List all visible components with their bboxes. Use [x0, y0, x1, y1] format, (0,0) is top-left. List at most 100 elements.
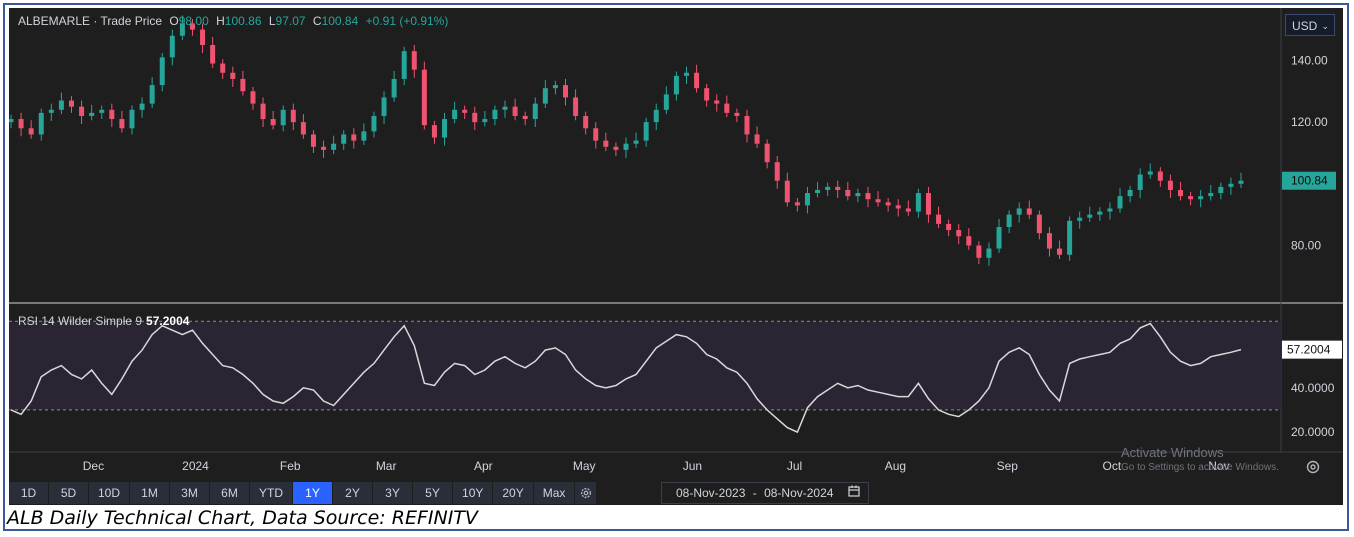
range-button-3y[interactable]: 3Y	[373, 482, 414, 504]
candle	[694, 64, 700, 93]
candle	[1218, 182, 1224, 200]
candle	[371, 111, 377, 138]
range-button-2y[interactable]: 2Y	[333, 482, 374, 504]
candle	[28, 120, 34, 139]
candle	[341, 130, 347, 150]
range-button-ytd[interactable]: YTD	[250, 482, 294, 504]
change-value: +0.91 (+0.91%)	[365, 14, 449, 28]
rsi-value: 57.2004	[146, 314, 190, 328]
time-tick-label: Sep	[997, 459, 1019, 473]
candle	[673, 71, 679, 101]
candle	[169, 29, 175, 66]
time-tick-label: Jul	[787, 459, 802, 473]
range-button-3m[interactable]: 3M	[170, 482, 211, 504]
range-button-1y[interactable]: 1Y	[293, 482, 334, 504]
close-label: C	[312, 14, 322, 28]
date-to: 08-Nov-2024	[764, 486, 834, 500]
candle	[250, 86, 256, 110]
time-tick-label: Apr	[474, 459, 493, 473]
candle	[936, 206, 942, 229]
candle	[139, 97, 145, 118]
calendar-icon	[848, 483, 860, 503]
chart-canvas: 80.00100.00120.00140.00100.84 20.000040.…	[9, 8, 1343, 473]
candle	[240, 70, 246, 96]
chevron-down-icon: ⌄	[1321, 21, 1329, 31]
candle	[1137, 168, 1143, 198]
open-value: 98.00	[178, 14, 209, 28]
rsi-band	[9, 321, 1281, 410]
candle	[492, 105, 498, 126]
price-legend: ALBEMARLE · Trade Price O98.00 H100.86 L…	[18, 14, 452, 28]
last-price-marker: 100.84	[1282, 171, 1336, 190]
rsi-legend: RSI 14 Wilder Simple 9 57.2004	[18, 314, 189, 328]
candle	[159, 53, 165, 92]
candle	[865, 186, 871, 208]
currency-select[interactable]: USD ⌄	[1285, 14, 1335, 36]
candle	[663, 86, 669, 115]
range-button-5d[interactable]: 5D	[49, 482, 89, 504]
candle	[1188, 191, 1194, 206]
open-label: O	[169, 14, 179, 28]
candle	[744, 109, 750, 143]
time-axis: Dec 2024 Feb Mar Apr May Jun Jul Aug Sep Oct Nov	[83, 459, 1230, 473]
activate-windows-subtitle: Go to Settings to activate Windows.	[1121, 462, 1279, 473]
time-tick-label: Jun	[683, 459, 702, 473]
candle	[1016, 202, 1022, 223]
candle	[563, 78, 569, 106]
range-button-1m[interactable]: 1M	[130, 482, 171, 504]
candle	[623, 137, 629, 158]
range-button-10y[interactable]: 10Y	[453, 482, 494, 504]
candle	[734, 108, 740, 123]
candle	[996, 218, 1002, 253]
range-button-10d[interactable]: 10D	[89, 482, 131, 504]
candle	[351, 128, 357, 149]
candle	[452, 101, 458, 124]
candle	[1077, 211, 1083, 229]
candlestick-series	[9, 15, 1244, 266]
candle	[593, 122, 599, 149]
candle	[411, 45, 417, 78]
candle	[986, 242, 992, 266]
candle	[522, 111, 528, 126]
gear-icon[interactable]	[575, 482, 598, 504]
candle	[1067, 216, 1073, 261]
range-button-1d[interactable]: 1D	[9, 482, 49, 504]
candle	[1208, 185, 1214, 201]
price-axis: 80.00100.00120.00140.00100.84	[1282, 53, 1336, 252]
candle	[704, 83, 710, 107]
range-button-20y[interactable]: 20Y	[493, 482, 534, 504]
candle	[976, 241, 982, 264]
range-button-5y[interactable]: 5Y	[413, 482, 454, 504]
candle	[512, 98, 518, 121]
candle	[905, 200, 911, 216]
date-range-picker[interactable]: 08-Nov-2023 - 08-Nov-2024	[661, 482, 869, 504]
candle	[683, 66, 689, 84]
range-button-max[interactable]: Max	[533, 482, 576, 504]
candle	[552, 80, 558, 95]
range-button-6m[interactable]: 6M	[210, 482, 251, 504]
time-tick-label: Feb	[280, 459, 301, 473]
candle	[472, 106, 478, 131]
candle	[119, 111, 125, 133]
candle	[290, 103, 296, 131]
candle	[1238, 172, 1244, 189]
candle	[310, 130, 316, 153]
candle	[774, 156, 780, 189]
candle	[149, 77, 155, 108]
candle	[129, 105, 135, 135]
high-value: 100.86	[224, 14, 262, 28]
candle	[68, 96, 74, 113]
candle	[724, 95, 730, 118]
candle	[431, 120, 437, 144]
chart-settings-icon[interactable]	[1305, 459, 1321, 475]
candle	[845, 181, 851, 201]
candle	[1228, 177, 1234, 195]
chart-widget: 80.00100.00120.00140.00100.84 20.000040.…	[9, 8, 1343, 505]
candle	[925, 186, 931, 223]
date-from: 08-Nov-2023	[676, 486, 746, 500]
candle	[18, 112, 24, 137]
time-tick-label: Oct	[1103, 459, 1122, 473]
time-tick-label: Dec	[83, 459, 104, 473]
candle	[502, 100, 508, 118]
candle	[764, 139, 770, 169]
